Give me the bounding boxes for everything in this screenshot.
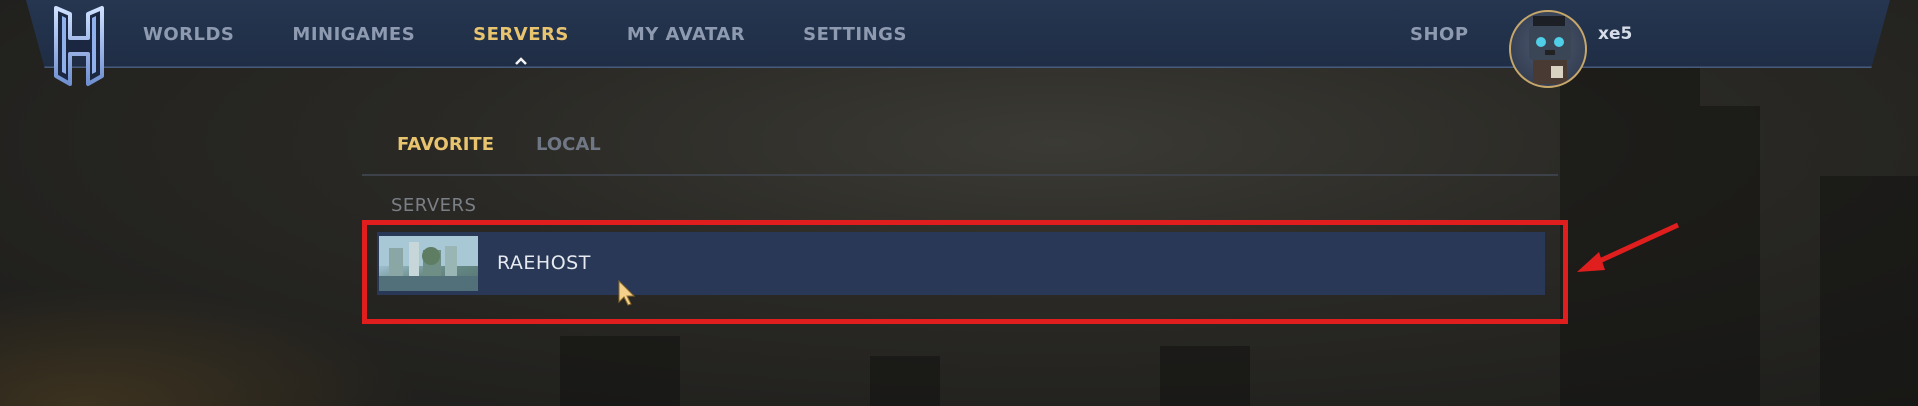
background-glow bbox=[0, 286, 420, 406]
red-arrow-icon bbox=[1577, 222, 1680, 272]
server-tabs: FAVORITE LOCAL bbox=[397, 134, 643, 155]
tab-favorite[interactable]: FAVORITE bbox=[397, 134, 494, 155]
chevron-up-icon bbox=[515, 57, 527, 65]
nav-item-worlds[interactable]: WORLDS bbox=[143, 24, 234, 45]
tabs-divider bbox=[362, 174, 1558, 176]
background-building bbox=[1820, 176, 1918, 406]
hytale-logo-icon[interactable] bbox=[48, 4, 110, 88]
background-building bbox=[560, 336, 680, 406]
section-label-servers: SERVERS bbox=[391, 195, 477, 216]
nav-item-servers[interactable]: SERVERS bbox=[473, 24, 569, 65]
nav-item-settings[interactable]: SETTINGS bbox=[803, 24, 907, 45]
nav-item-servers-label: SERVERS bbox=[473, 24, 569, 45]
nav-item-shop[interactable]: SHOP bbox=[1410, 24, 1469, 45]
main-nav: WORLDS MINIGAMES SERVERS MY AVATAR SETTI… bbox=[143, 24, 965, 65]
tab-local[interactable]: LOCAL bbox=[536, 134, 601, 155]
background-building bbox=[1160, 346, 1250, 406]
nav-item-minigames[interactable]: MINIGAMES bbox=[292, 24, 415, 45]
annotation-highlight-box bbox=[362, 220, 1568, 324]
nav-item-my-avatar[interactable]: MY AVATAR bbox=[627, 24, 745, 45]
background-building bbox=[870, 356, 940, 406]
username: xe5 bbox=[1598, 24, 1633, 44]
background-building bbox=[1700, 106, 1760, 406]
avatar[interactable] bbox=[1509, 10, 1587, 88]
